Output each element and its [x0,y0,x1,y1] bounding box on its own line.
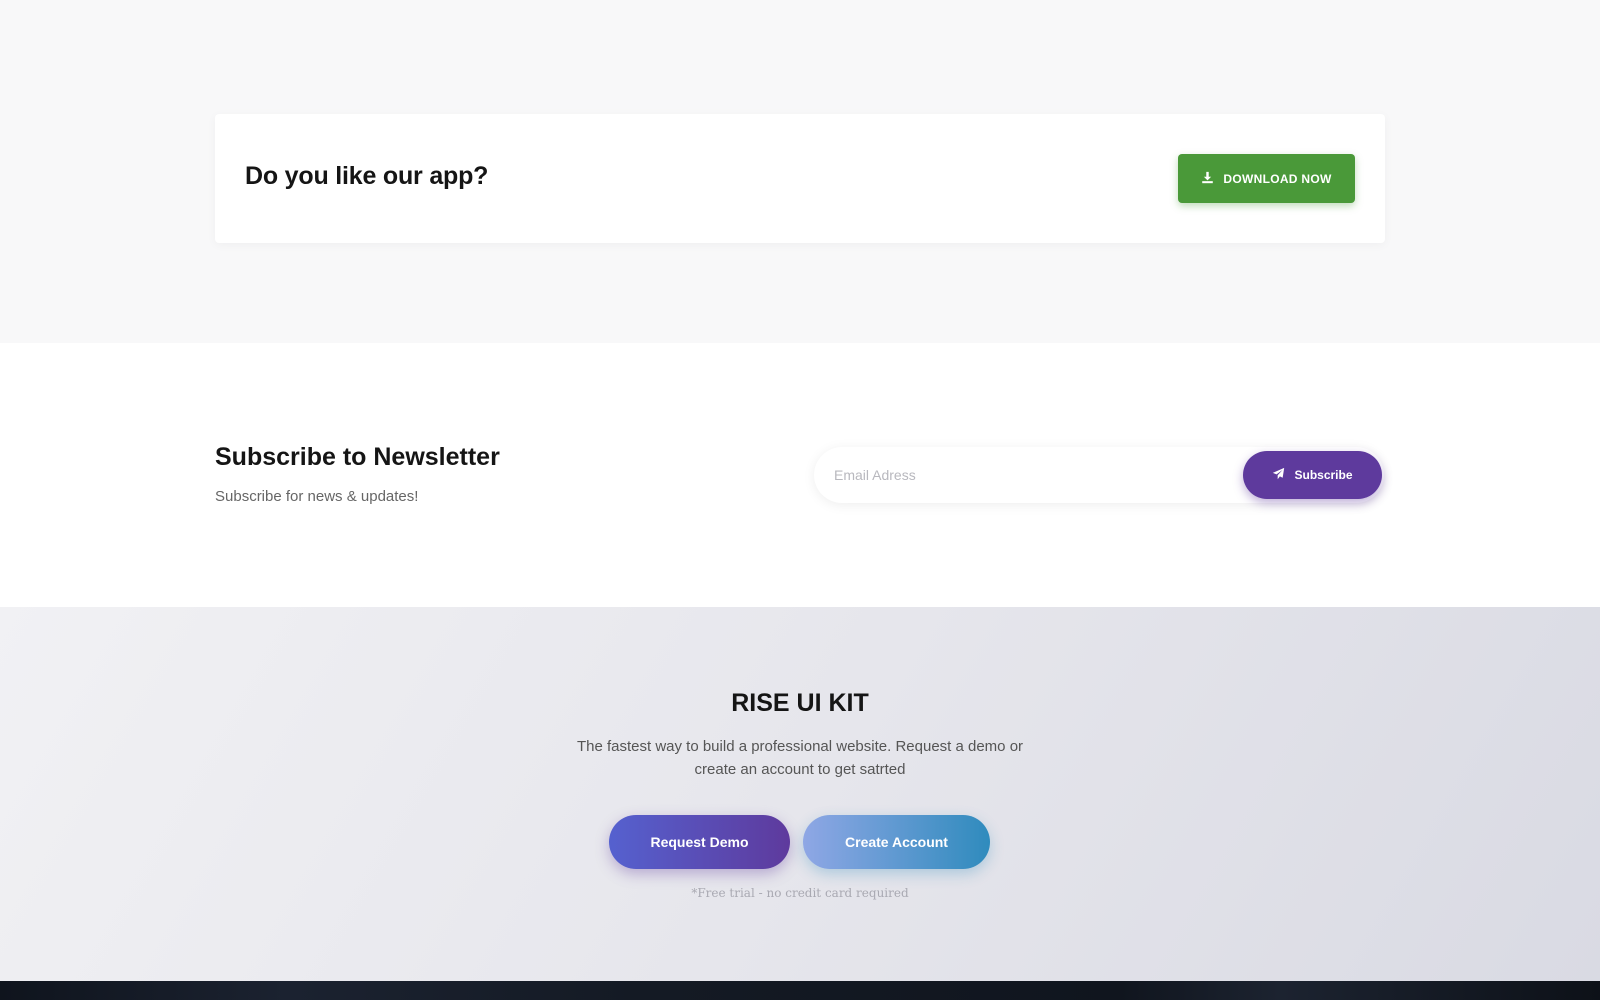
download-now-label: DOWNLOAD NOW [1223,171,1332,186]
cta-description: The fastest way to build a professional … [576,738,1024,778]
newsletter-section: Subscribe to Newsletter Subscribe for ne… [0,343,1600,607]
cta-section: RISE UI KIT The fastest way to build a p… [0,607,1600,981]
request-demo-button[interactable]: Request Demo [609,815,790,869]
newsletter-form: Subscribe [814,447,1384,503]
app-download-section: Do you like our app? DOWNLOAD NOW [0,0,1600,343]
newsletter-subtitle: Subscribe for news & updates! [215,488,419,505]
subscribe-button[interactable]: Subscribe [1243,451,1382,499]
download-now-button[interactable]: DOWNLOAD NOW [1178,154,1355,203]
newsletter-title: Subscribe to Newsletter [215,443,500,471]
subscribe-label: Subscribe [1294,468,1353,482]
create-account-button[interactable]: Create Account [803,815,990,869]
paper-plane-icon [1272,467,1285,483]
download-icon [1201,171,1214,187]
cta-title: RISE UI KIT [731,689,869,717]
dark-footer-band [0,981,1600,1000]
app-download-title: Do you like our app? [245,162,489,190]
email-field[interactable] [834,447,1234,503]
app-download-card: Do you like our app? DOWNLOAD NOW [215,114,1385,243]
free-trial-note: *Free trial - no credit card required [691,886,909,900]
